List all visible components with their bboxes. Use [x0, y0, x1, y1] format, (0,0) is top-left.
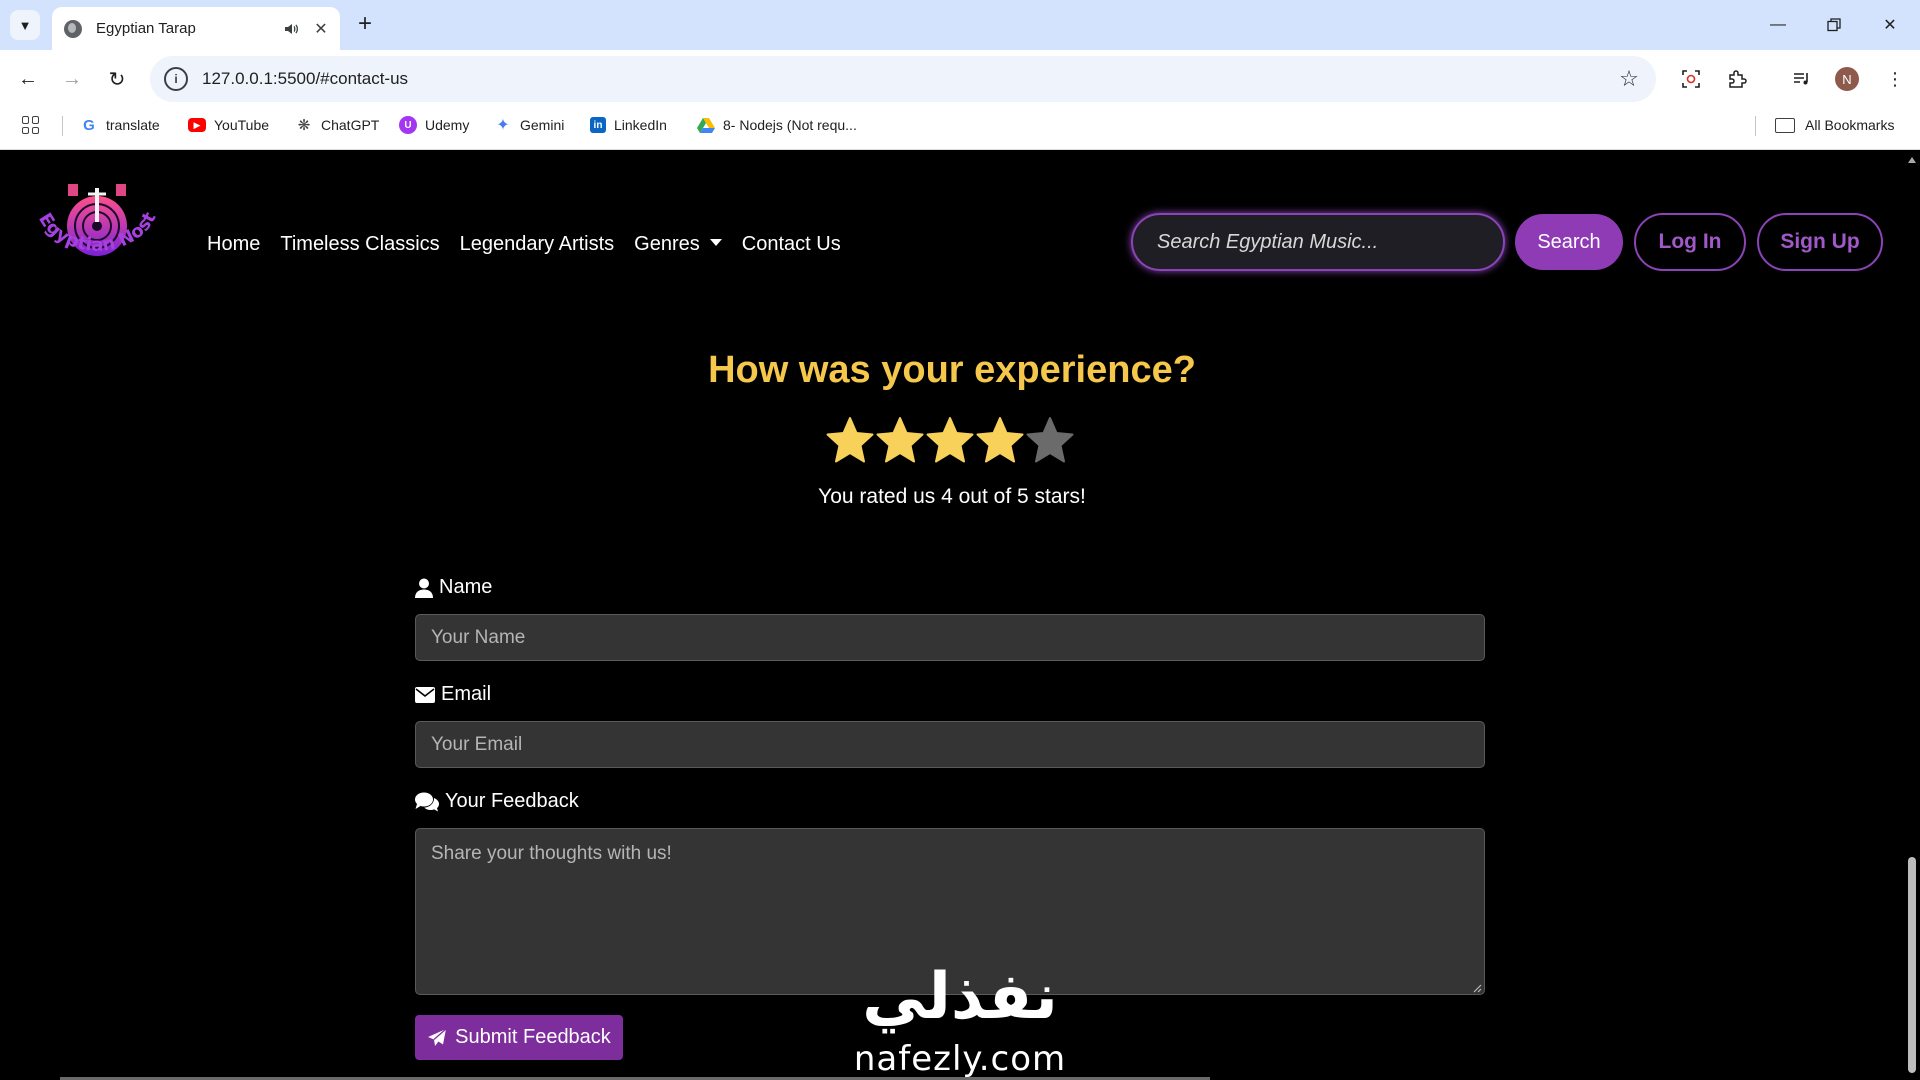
user-icon — [415, 578, 433, 598]
url-text[interactable]: 127.0.0.1:5500/#contact-us — [202, 69, 1614, 89]
bookmark-translate[interactable]: G translate — [80, 114, 160, 136]
new-tab-button[interactable]: + — [352, 12, 378, 38]
nafezly-watermark: نفذلي nafezly.com — [845, 943, 1075, 1079]
bookmark-label: LinkedIn — [614, 117, 667, 133]
bookmark-linkedin[interactable]: in LinkedIn — [590, 114, 667, 136]
star-4-icon[interactable] — [975, 415, 1025, 465]
bookmark-udemy[interactable]: U Udemy — [399, 114, 469, 136]
all-bookmarks-label: All Bookmarks — [1805, 117, 1895, 133]
window-close-button[interactable]: ✕ — [1870, 10, 1910, 40]
google-icon: G — [83, 116, 95, 134]
nav-contact-us[interactable]: Contact Us — [742, 233, 841, 256]
youtube-icon: ▶ — [188, 118, 206, 132]
speaker-icon[interactable] — [282, 20, 300, 38]
resize-grip-icon[interactable] — [1472, 983, 1482, 993]
bookmark-nodejs[interactable]: 8- Nodejs (Not requ... — [697, 114, 857, 136]
apps-grid-icon[interactable] — [22, 116, 40, 134]
page-viewport: Egyptian Nostalgia Home Timeless Classic… — [0, 151, 1904, 1080]
nafezly-logo: نفذلي — [862, 960, 1058, 1034]
tab-strip: ▼ Egyptian Tarap ✕ + — ✕ — [0, 0, 1920, 50]
bookmark-label: Udemy — [425, 117, 470, 133]
reload-icon[interactable]: ↻ — [102, 64, 132, 94]
udemy-icon: U — [399, 116, 417, 134]
email-label-text: Email — [441, 683, 492, 705]
kebab-menu-icon[interactable]: ⋮ — [1880, 64, 1910, 94]
paper-plane-icon — [428, 1028, 447, 1046]
rating-message: You rated us 4 out of 5 stars! — [818, 485, 1086, 508]
site-logo[interactable]: Egyptian Nostalgia — [30, 176, 165, 296]
bookmark-label: Gemini — [520, 117, 565, 133]
close-icon[interactable]: ✕ — [312, 20, 330, 38]
star-rating — [825, 415, 1075, 465]
browser-chrome: ▼ Egyptian Tarap ✕ + — ✕ ← → ↻ i 127.0.0… — [0, 0, 1920, 150]
drive-icon — [697, 116, 715, 134]
nav-timeless-classics[interactable]: Timeless Classics — [280, 233, 439, 256]
star-2-icon[interactable] — [875, 415, 925, 465]
bookmark-label: 8- Nodejs (Not requ... — [723, 117, 857, 133]
signup-button[interactable]: Sign Up — [1757, 213, 1883, 271]
scrollbar-thumb[interactable] — [1908, 857, 1916, 1073]
search-button[interactable]: Search — [1515, 214, 1623, 270]
nav-genres-dropdown[interactable]: Genres — [634, 233, 722, 256]
scroll-up-arrow-icon[interactable] — [1908, 157, 1916, 163]
name-label: Name — [415, 576, 492, 599]
nav-home[interactable]: Home — [207, 233, 260, 256]
media-control-icon[interactable] — [1787, 64, 1817, 94]
minimize-button[interactable]: — — [1758, 10, 1798, 40]
tab-title: Egyptian Tarap — [96, 20, 196, 37]
bookmark-chatgpt[interactable]: ❋ ChatGPT — [295, 114, 380, 136]
bookmark-label: YouTube — [214, 117, 270, 133]
star-5-icon[interactable] — [1025, 415, 1075, 465]
name-label-text: Name — [439, 576, 493, 598]
rating-title: How was your experience? — [708, 349, 1196, 391]
browser-toolbar: ← → ↻ i 127.0.0.1:5500/#contact-us ☆ N ⋮ — [0, 50, 1920, 108]
watermark-arabic: نفذلي — [862, 960, 1058, 1034]
folder-icon — [1775, 117, 1795, 133]
all-bookmarks-button[interactable]: All Bookmarks — [1775, 114, 1894, 136]
site-search-input[interactable] — [1131, 213, 1505, 271]
login-button[interactable]: Log In — [1634, 213, 1746, 271]
chatgpt-icon: ❋ — [297, 117, 311, 134]
feedback-label: Your Feedback — [415, 790, 579, 813]
address-bar[interactable]: i 127.0.0.1:5500/#contact-us ☆ — [150, 56, 1656, 102]
bookmark-gemini[interactable]: ✦ Gemini — [494, 114, 564, 136]
star-1-icon[interactable] — [825, 415, 875, 465]
browser-tab-active[interactable]: Egyptian Tarap ✕ — [52, 7, 340, 50]
main-nav: Home Timeless Classics Legendary Artists… — [207, 233, 861, 256]
star-3-icon[interactable] — [925, 415, 975, 465]
chevron-down-icon: ▼ — [18, 17, 32, 33]
bookmarks-bar — [0, 108, 1920, 150]
nav-legendary-artists[interactable]: Legendary Artists — [460, 233, 615, 256]
bookmark-label: ChatGPT — [321, 117, 380, 133]
globe-icon — [64, 19, 82, 38]
nav-genres-label: Genres — [634, 233, 700, 255]
comments-icon — [415, 792, 439, 811]
forward-arrow-icon[interactable]: → — [57, 64, 87, 94]
submit-feedback-button[interactable]: Submit Feedback — [415, 1015, 623, 1060]
bookmarks-separator — [1755, 116, 1756, 136]
tab-search-button[interactable]: ▼ — [10, 10, 40, 40]
bookmark-star-icon[interactable]: ☆ — [1614, 66, 1644, 92]
screenshot-icon[interactable] — [1676, 64, 1706, 94]
site-info-icon[interactable]: i — [164, 67, 188, 91]
caret-down-icon — [709, 239, 722, 247]
gemini-icon: ✦ — [496, 117, 510, 134]
extensions-icon[interactable] — [1722, 64, 1752, 94]
envelope-icon — [415, 686, 435, 703]
name-input[interactable] — [415, 614, 1485, 661]
page-scrollbar[interactable] — [1904, 151, 1920, 1080]
bookmark-youtube[interactable]: ▶ YouTube — [188, 114, 269, 136]
email-label: Email — [415, 683, 491, 706]
back-arrow-icon[interactable]: ← — [13, 64, 43, 94]
restore-button[interactable] — [1814, 10, 1854, 40]
email-input[interactable] — [415, 721, 1485, 768]
profile-avatar[interactable]: N — [1835, 67, 1859, 91]
linkedin-icon: in — [590, 117, 606, 133]
submit-feedback-label: Submit Feedback — [455, 1026, 611, 1048]
bookmark-label: translate — [106, 117, 160, 133]
watermark-latin: nafezly.com — [853, 1039, 1067, 1079]
feedback-label-text: Your Feedback — [445, 790, 579, 812]
bookmarks-separator — [62, 116, 63, 136]
